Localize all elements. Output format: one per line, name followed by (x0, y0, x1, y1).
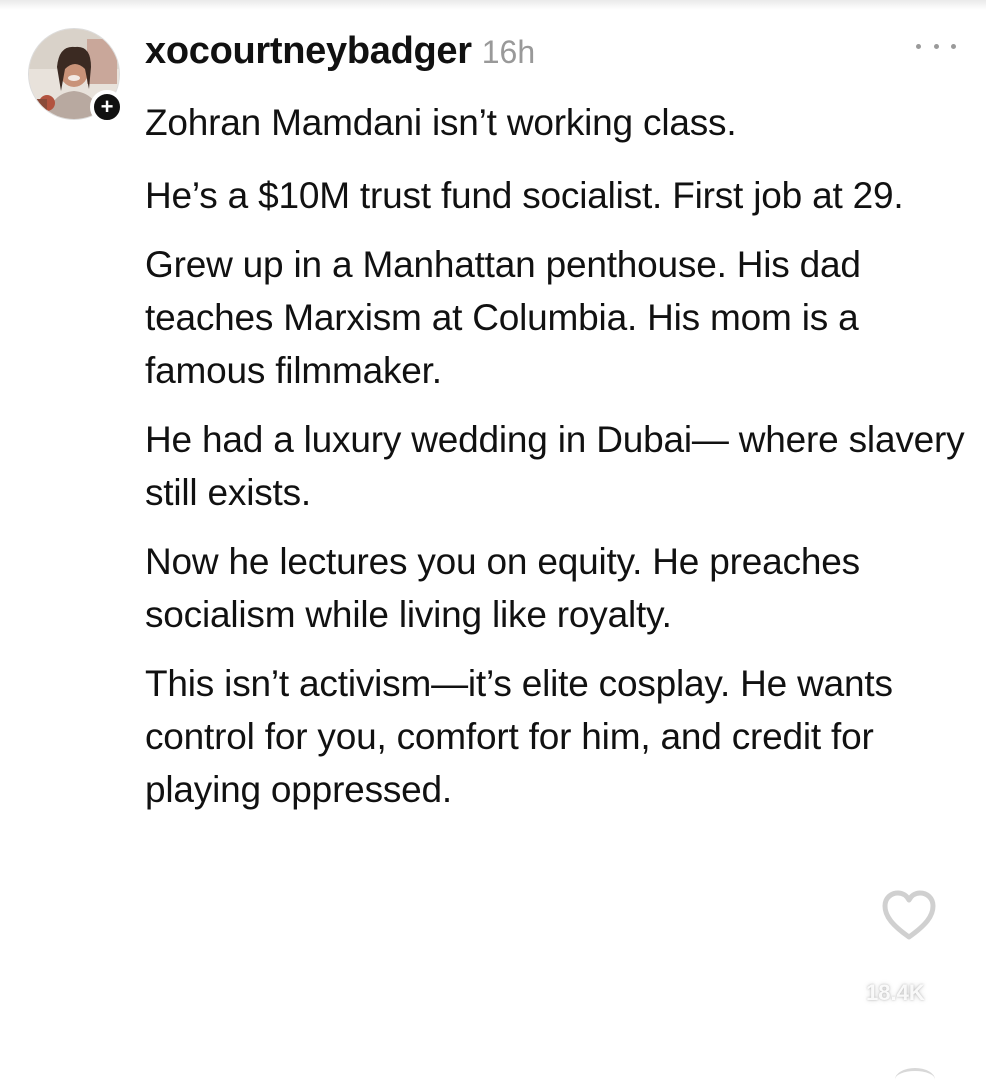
username-link[interactable]: xocourtneybadger (145, 30, 472, 73)
plus-icon: + (100, 94, 114, 119)
more-options-button[interactable] (916, 34, 956, 58)
post-paragraph: Grew up in a Manhattan penthouse. His da… (145, 244, 861, 391)
post-paragraph: Now he lectures you on equity. He preach… (145, 541, 860, 635)
overlay-partial-icon (895, 1068, 935, 1091)
post-timestamp: 16h (481, 34, 536, 70)
post-paragraph: He’s a $10M trust fund socialist. First … (145, 175, 904, 216)
post-body: Zohran Mamdani isn’t working class. He’s… (145, 96, 975, 832)
more-dot-icon (951, 43, 956, 49)
like-button[interactable] (880, 887, 938, 945)
more-dot-icon (933, 43, 939, 49)
like-count: 18.4K (866, 980, 925, 1005)
follow-button[interactable]: + (90, 90, 124, 124)
avatar-container[interactable]: + (28, 28, 124, 124)
post-paragraph: This isn’t activism—it’s elite cosplay. … (145, 663, 893, 810)
post-header: xocourtneybadger 16h (145, 30, 535, 76)
post-paragraph: Zohran Mamdani isn’t working class. (145, 102, 737, 143)
thread-post: + xocourtneybadger 16h Zohran Mamdani is… (0, 0, 986, 1079)
more-dot-icon (916, 43, 921, 49)
post-paragraph: He had a luxury wedding in Dubai— where … (145, 419, 965, 513)
heart-outline-icon (882, 890, 936, 940)
